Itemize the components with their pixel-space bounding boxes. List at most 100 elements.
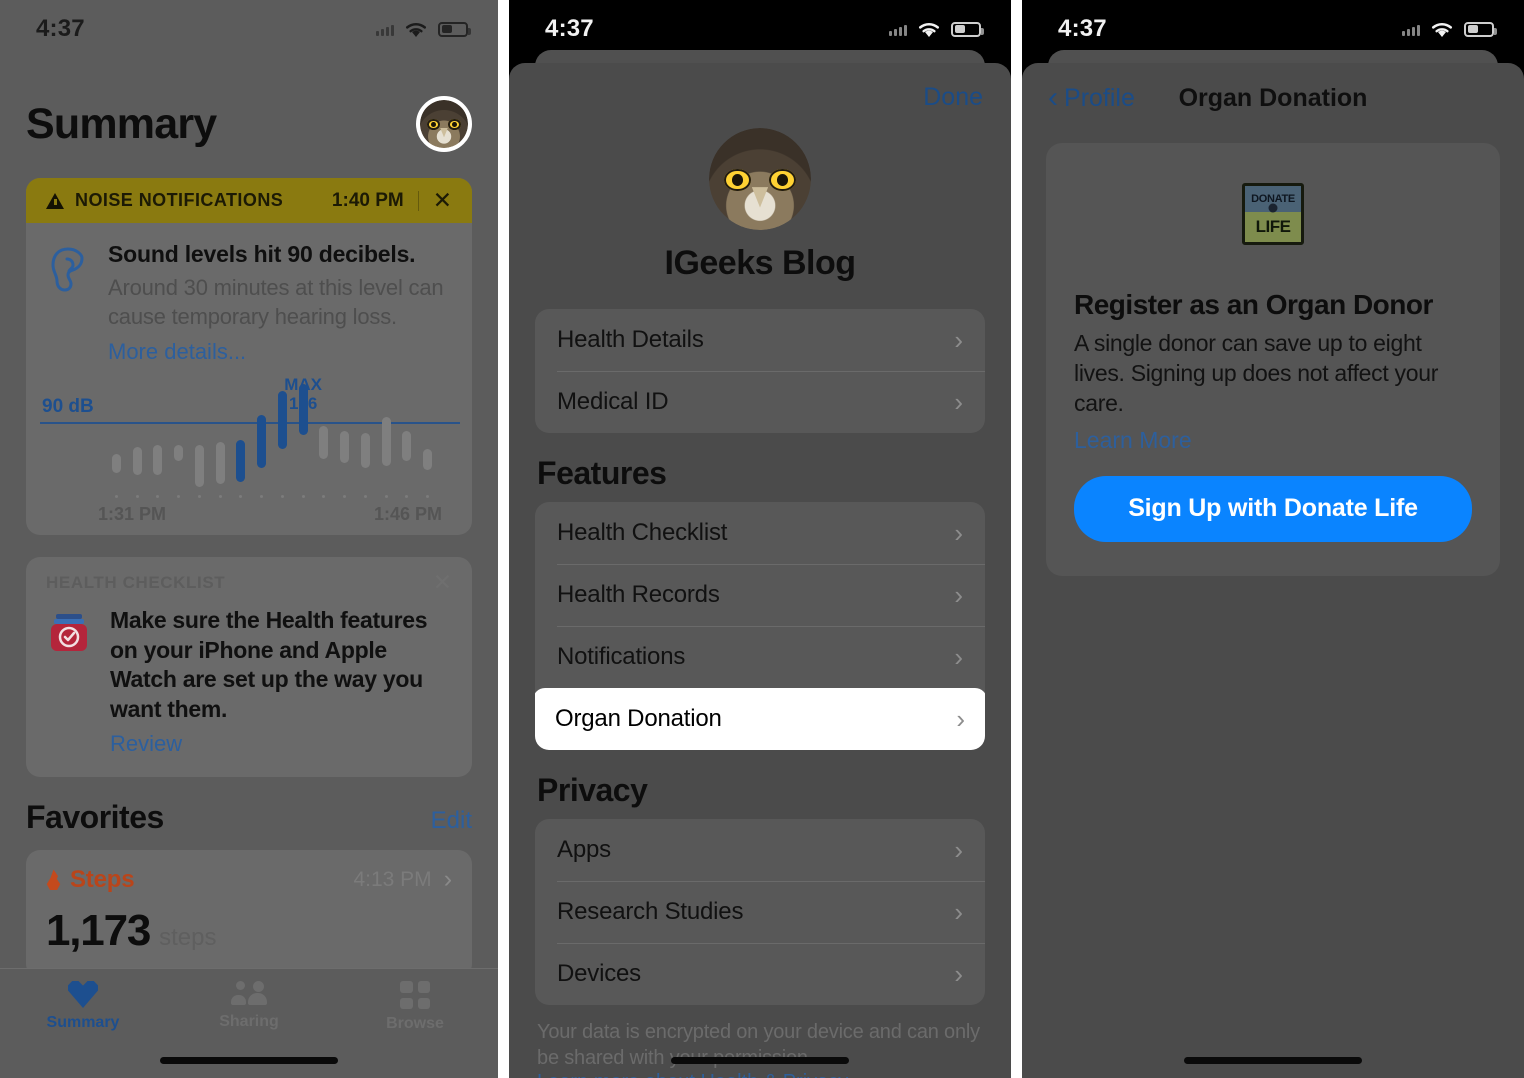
privacy-learn-more-link[interactable]: Learn more about Health & Privacy... <box>537 1071 863 1078</box>
tab-browse-label: Browse <box>386 1015 444 1032</box>
tab-sharing-label: Sharing <box>219 1013 279 1030</box>
row-devices[interactable]: Devices › <box>535 943 986 1005</box>
steps-timestamp: 4:13 PM <box>353 867 432 891</box>
chevron-right-icon: › <box>954 580 964 610</box>
cellular-signal-icon <box>376 23 395 36</box>
row-medical-id[interactable]: Medical ID › <box>535 371 986 433</box>
row-notifications[interactable]: Notifications › <box>535 626 986 688</box>
chevron-right-icon: › <box>954 518 964 548</box>
chart-bar <box>402 430 412 462</box>
battery-icon <box>951 21 985 37</box>
panel-health-profile: 4:37 Done IGeeks Blog Health Details › M… <box>509 0 1012 1078</box>
chart-reference-label: 90 dB <box>42 395 94 417</box>
edit-favorites-link[interactable]: Edit <box>431 807 472 835</box>
status-bar-time: 4:37 <box>1058 15 1107 42</box>
tab-summary[interactable]: Summary <box>0 981 166 1033</box>
more-details-link[interactable]: More details... <box>108 339 246 365</box>
row-label: Organ Donation <box>555 705 722 732</box>
avatar[interactable] <box>416 96 473 152</box>
chart-bar <box>194 444 204 487</box>
divider <box>417 190 419 211</box>
row-label: Apps <box>557 836 611 863</box>
features-group: Health Checklist › Health Records › Noti… <box>535 502 986 750</box>
chart-bar <box>153 444 163 475</box>
tab-sharing[interactable]: Sharing <box>166 981 332 1033</box>
battery-icon <box>1464 21 1498 37</box>
row-label: Health Details <box>557 326 704 353</box>
steps-favorite-card[interactable]: Steps 4:13 PM › 1,173 steps <box>26 849 473 978</box>
wifi-icon <box>916 20 942 38</box>
learn-more-link[interactable]: Learn More <box>1074 427 1192 454</box>
chart-bars <box>106 375 438 491</box>
logo-dot <box>1268 203 1278 213</box>
register-donor-card: DONATE LIFE Register as an Organ Donor A… <box>1046 143 1501 576</box>
chart-bar <box>298 384 308 436</box>
grid-icon <box>400 981 430 1009</box>
flame-icon <box>46 869 61 891</box>
battery-icon <box>438 21 472 37</box>
chart-bar <box>236 440 246 482</box>
steps-value: 1,173 <box>46 905 151 955</box>
back-button-label: Profile <box>1064 83 1135 112</box>
row-health-checklist[interactable]: Health Checklist › <box>535 502 985 564</box>
done-button[interactable]: Done <box>923 83 983 112</box>
chart-xtick-end: 1:46 PM <box>373 504 443 525</box>
three-panel-screenshot: 4:37 Summary NOISE NOTIFICATIONS 1:40 PM… <box>0 0 1524 1078</box>
chevron-right-icon: › <box>954 897 964 927</box>
home-indicator <box>671 1057 850 1064</box>
chevron-right-icon: › <box>954 959 964 989</box>
row-apps[interactable]: Apps › <box>535 819 985 881</box>
noise-body-text: Around 30 minutes at this level can caus… <box>108 275 444 329</box>
navigation-bar: ‹ Profile Organ Donation <box>1022 63 1524 113</box>
chart-bar <box>132 447 142 475</box>
home-indicator <box>160 1057 338 1064</box>
review-link[interactable]: Review <box>110 731 182 757</box>
row-research-studies[interactable]: Research Studies › <box>535 881 986 943</box>
status-bar-time: 4:37 <box>545 15 594 42</box>
back-button[interactable]: ‹ Profile <box>1048 83 1135 113</box>
sign-up-donate-life-button[interactable]: Sign Up with Donate Life <box>1074 475 1473 542</box>
profile-sheet: Done IGeeks Blog Health Details › Medica… <box>509 63 1012 1078</box>
row-organ-donation[interactable]: Organ Donation › <box>535 688 986 750</box>
panel-health-summary: 4:37 Summary NOISE NOTIFICATIONS 1:40 PM… <box>0 0 499 1078</box>
chevron-right-icon: › <box>443 865 453 894</box>
chart-bar <box>174 444 184 462</box>
noise-banner: NOISE NOTIFICATIONS 1:40 PM ✕ <box>26 178 473 223</box>
chart-x-axis-labels: 1:31 PM 1:46 PM <box>98 504 442 525</box>
noise-headline: Sound levels hit 90 decibels. <box>108 241 416 267</box>
chart-bar <box>257 414 267 468</box>
owl-avatar-image <box>420 100 469 148</box>
steps-label: Steps <box>70 865 135 893</box>
status-bar: 4:37 <box>0 0 498 58</box>
tab-bar: Summary Sharing Browse <box>0 968 499 1078</box>
home-indicator <box>1184 1057 1363 1064</box>
organ-donation-sheet: ‹ Profile Organ Donation DONATE LIFE Reg… <box>1022 63 1524 1078</box>
heart-icon <box>68 981 98 1008</box>
wifi-icon <box>1429 20 1455 38</box>
chevron-right-icon: › <box>954 325 964 355</box>
wifi-icon <box>403 20 429 38</box>
chevron-right-icon: › <box>954 642 964 672</box>
clipboard-icon <box>46 610 92 656</box>
status-bar-time: 4:37 <box>36 15 85 42</box>
privacy-section-title: Privacy <box>537 772 648 808</box>
row-label: Devices <box>557 960 641 987</box>
row-label: Notifications <box>557 643 686 670</box>
row-health-records[interactable]: Health Records › <box>535 564 986 626</box>
profile-avatar[interactable] <box>709 128 812 230</box>
chart-bar <box>360 433 370 468</box>
page-title: Summary <box>26 99 217 148</box>
chart-xtick-start: 1:31 PM <box>98 504 167 525</box>
noise-banner-time: 1:40 PM <box>331 189 404 211</box>
chart-x-ticks <box>106 495 438 499</box>
health-checklist-card: HEALTH CHECKLIST ✕ Make sure the Health … <box>26 557 473 777</box>
close-icon[interactable]: ✕ <box>433 189 452 212</box>
sign-up-button-label: Sign Up with Donate Life <box>1128 494 1418 523</box>
tab-browse[interactable]: Browse <box>332 981 498 1033</box>
donate-life-logo: DONATE LIFE <box>1242 183 1305 245</box>
row-health-details[interactable]: Health Details › <box>535 309 985 371</box>
chart-bar <box>340 430 350 464</box>
health-checklist-header: HEALTH CHECKLIST <box>46 572 226 592</box>
warning-icon <box>46 192 64 209</box>
close-icon[interactable]: ✕ <box>433 571 452 594</box>
